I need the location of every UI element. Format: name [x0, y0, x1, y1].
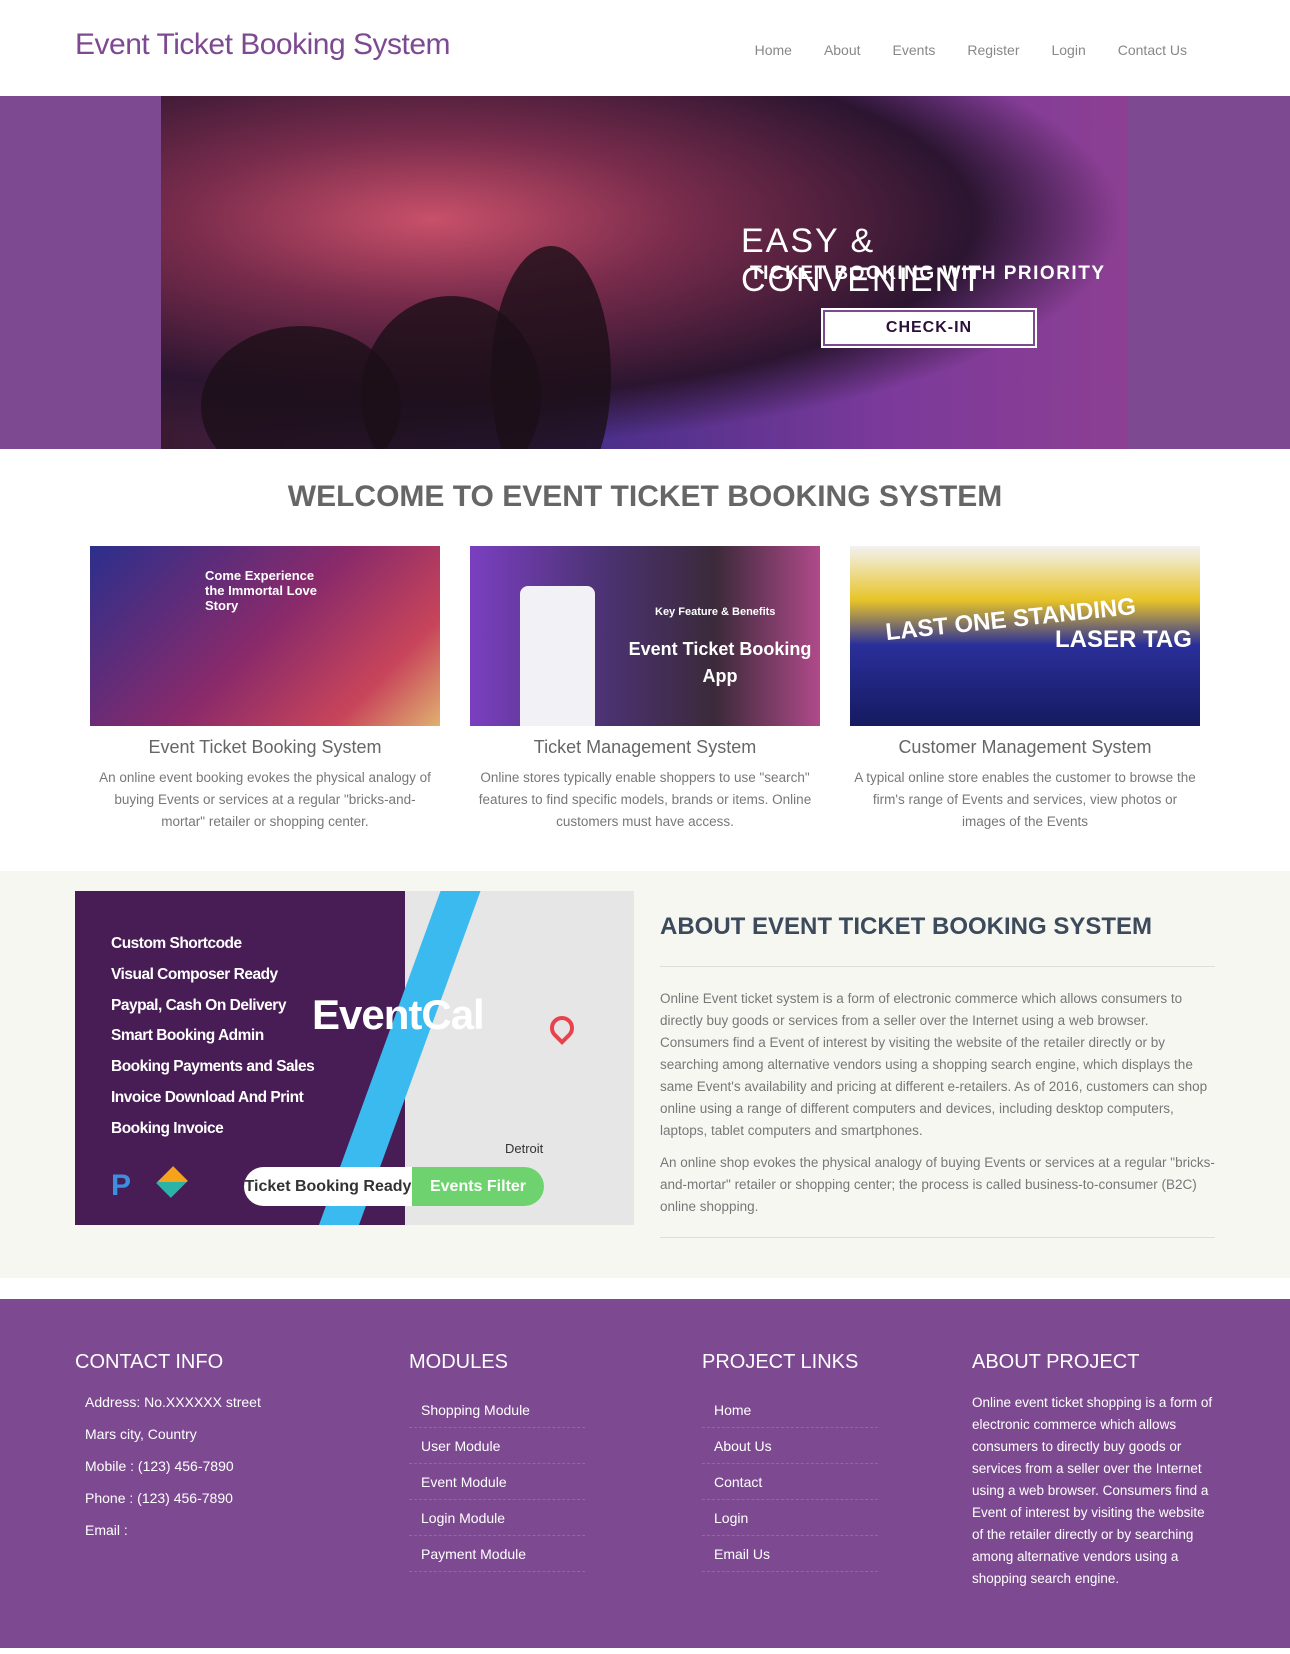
paypal-icon: P [111, 1169, 132, 1202]
feature-text: Booking Payments and Sales [111, 1058, 315, 1075]
about-paragraph: An online shop evokes the physical analo… [660, 1155, 1215, 1214]
feature-text: Visual Composer Ready [111, 966, 278, 983]
feature-card: Come Experience the Immortal Love Story … [90, 546, 440, 833]
feature-text: Smart Booking Admin [111, 1027, 264, 1044]
module-link[interactable]: Payment Module [409, 1536, 585, 1572]
card-title: Ticket Management System [533, 737, 757, 757]
card-image: Come Experience the Immortal Love Story [90, 546, 440, 726]
project-link[interactable]: Email Us [702, 1536, 878, 1572]
welcome-heading: WELCOME TO EVENT TICKET BOOKING SYSTEM [287, 480, 1003, 513]
footer-heading: CONTACT INFO [75, 1351, 224, 1373]
divider [660, 966, 1215, 967]
map-pin-icon [545, 1011, 579, 1045]
main-nav: Home About Events Register Login Contact… [755, 42, 1187, 58]
about-paragraph: Online Event ticket system is a form of … [660, 991, 1208, 1138]
project-link[interactable]: Home [702, 1392, 878, 1428]
module-link[interactable]: Shopping Module [409, 1392, 585, 1428]
about-text: Online Event ticket system is a form of … [660, 988, 1220, 1228]
card-image: LAST ONE STANDING LASER TAG [850, 546, 1200, 726]
module-link[interactable]: Login Module [409, 1500, 585, 1536]
hero-subheadline: TICKET BOOKING WITH PRIORITY [750, 263, 1106, 284]
contact-city: Mars city, Country [85, 1426, 197, 1442]
footer-heading: PROJECT LINKS [702, 1351, 859, 1373]
hero-headline: EASY & CONVENIENT [741, 222, 984, 299]
card-image-text: LASER TAG [1055, 626, 1192, 653]
contact-email: Email : [85, 1522, 128, 1538]
nav-register[interactable]: Register [967, 42, 1019, 58]
map-label: Detroit [505, 1141, 544, 1156]
pill-right: Events Filter [412, 1167, 544, 1206]
nav-contact[interactable]: Contact Us [1118, 42, 1187, 58]
visual-composer-icon [156, 1166, 188, 1198]
footer-heading: ABOUT PROJECT [972, 1351, 1140, 1373]
feature-text: Paypal, Cash On Delivery [111, 997, 286, 1014]
feature-card: LAST ONE STANDING LASER TAG Customer Man… [850, 546, 1200, 833]
pill-left: Ticket Booking Ready [244, 1178, 412, 1195]
divider [660, 1237, 1215, 1238]
footer: CONTACT INFO Address: No.XXXXXX street M… [0, 1299, 1290, 1648]
feature-text: Booking Invoice [111, 1120, 224, 1137]
footer-about-text: Online event ticket shopping is a form o… [972, 1395, 1213, 1586]
about-image: Detroit Custom Shortcode Visual Composer… [75, 891, 634, 1225]
footer-contact: CONTACT INFO Address: No.XXXXXX street M… [75, 1351, 261, 1546]
hero-image: EASY & CONVENIENT TICKET BOOKING WITH PR… [161, 96, 1128, 449]
about-heading: ABOUT EVENT TICKET BOOKING SYSTEM [660, 913, 1153, 940]
feature-text: Invoice Download And Print [111, 1089, 304, 1106]
module-link[interactable]: User Module [409, 1428, 585, 1464]
nav-about[interactable]: About [824, 42, 861, 58]
about-section: Detroit Custom Shortcode Visual Composer… [0, 871, 1290, 1278]
card-image: Key Feature & Benefits Event Ticket Book… [470, 546, 820, 726]
eventcal-logo: EventCal [312, 991, 485, 1038]
project-link[interactable]: Login [702, 1500, 878, 1536]
hero-banner: EASY & CONVENIENT TICKET BOOKING WITH PR… [0, 96, 1290, 449]
card-title: Event Ticket Booking System [148, 737, 382, 757]
site-title[interactable]: Event Ticket Booking System [75, 28, 451, 62]
card-image-text: Key Feature & Benefits [655, 606, 776, 618]
nav-events[interactable]: Events [893, 42, 936, 58]
nav-login[interactable]: Login [1051, 42, 1085, 58]
project-link[interactable]: Contact [702, 1464, 878, 1500]
card-text: Online stores typically enable shoppers … [478, 770, 812, 829]
footer-heading: MODULES [409, 1351, 508, 1373]
contact-phone: Phone : (123) 456-7890 [85, 1490, 233, 1506]
footer-about: ABOUT PROJECT Online event ticket shoppi… [972, 1351, 1217, 1590]
card-title: Customer Management System [898, 737, 1152, 757]
phone-graphic [520, 586, 595, 726]
module-link[interactable]: Event Module [409, 1464, 585, 1500]
check-in-button[interactable]: CHECK-IN [821, 308, 1037, 348]
feature-card: Key Feature & Benefits Event Ticket Book… [470, 546, 820, 833]
footer-modules: MODULES Shopping Module User Module Even… [409, 1351, 585, 1572]
card-image-text: Event Ticket Booking App [628, 639, 812, 686]
card-text: An online event booking evokes the physi… [99, 770, 431, 829]
card-image-text: Come Experience the Immortal Love Story [205, 568, 317, 613]
nav-home[interactable]: Home [755, 42, 792, 58]
feature-text: Custom Shortcode [111, 935, 242, 952]
footer-links: PROJECT LINKS Home About Us Contact Logi… [702, 1351, 878, 1572]
feature-pill: Ticket Booking Ready Events Filter [244, 1167, 544, 1206]
project-link[interactable]: About Us [702, 1428, 878, 1464]
contact-mobile: Mobile : (123) 456-7890 [85, 1458, 234, 1474]
contact-address: Address: No.XXXXXX street [85, 1394, 261, 1410]
card-text: A typical online store enables the custo… [854, 770, 1196, 829]
